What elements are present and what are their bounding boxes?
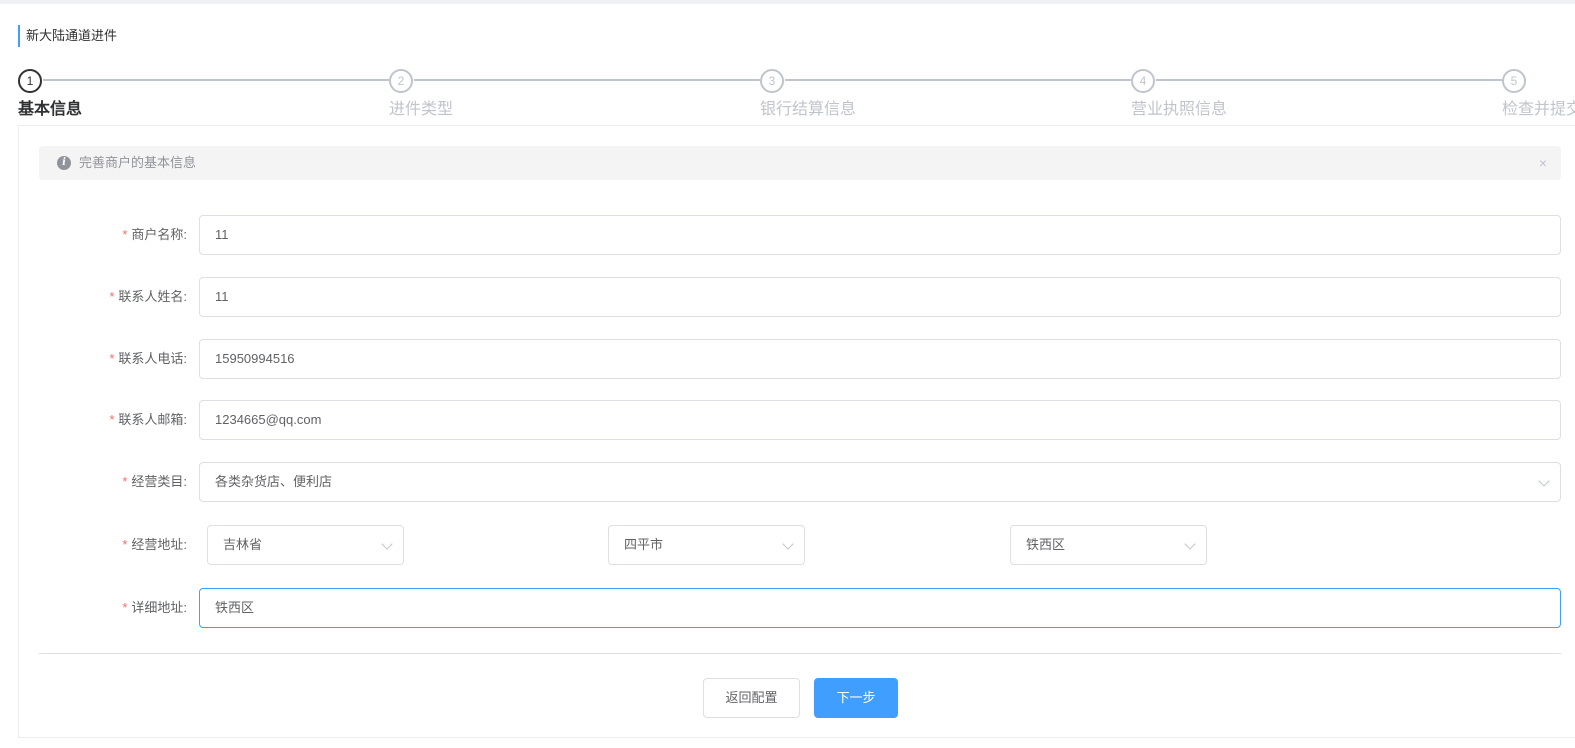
- close-icon[interactable]: ×: [1539, 146, 1547, 180]
- contact-name-label: * 联系人姓名:: [39, 277, 187, 317]
- step-4-icon: 4: [1131, 69, 1155, 93]
- merchant-name-label: * 商户名称:: [39, 215, 187, 255]
- province-select[interactable]: 吉林省: [207, 525, 404, 565]
- business-category-label: * 经营类目:: [39, 462, 187, 502]
- step-1-icon: 1: [18, 69, 42, 93]
- required-mark: *: [122, 474, 128, 489]
- required-mark: *: [122, 227, 128, 242]
- contact-name-label-text: 联系人姓名:: [118, 289, 187, 304]
- contact-email-input[interactable]: 1234665@qq.com: [199, 400, 1561, 440]
- city-select[interactable]: 四平市: [608, 525, 805, 565]
- step-connector: [43, 79, 389, 81]
- form-row-contact-phone: * 联系人电话: 15950994516: [39, 339, 1561, 379]
- steps: 1 基本信息 2 进件类型 3 银行结算信息 4 营业执照信息 5 检查并提交: [0, 66, 1575, 126]
- step-5-icon: 5: [1502, 69, 1526, 93]
- required-mark: *: [109, 412, 115, 427]
- step-3-icon: 3: [760, 69, 784, 93]
- step-3-title: 银行结算信息: [760, 101, 857, 118]
- contact-name-input[interactable]: 11: [199, 277, 1561, 317]
- alert-text: 完善商户的基本信息: [79, 155, 197, 170]
- contact-email-label-text: 联系人邮箱:: [118, 412, 187, 427]
- chevron-down-icon: [1538, 475, 1550, 487]
- divider: [39, 653, 1561, 654]
- form-row-merchant-name: * 商户名称: 11: [39, 215, 1561, 255]
- step-4-title: 营业执照信息: [1131, 101, 1228, 118]
- page-title: 新大陆通道进件: [18, 25, 117, 47]
- form-row-detail-address: * 详细地址: 铁西区: [39, 588, 1561, 628]
- business-address-label: * 经营地址:: [39, 525, 187, 565]
- district-select[interactable]: 铁西区: [1010, 525, 1207, 565]
- step-2-icon: 2: [389, 69, 413, 93]
- step-5-title: 检查并提交: [1502, 101, 1575, 118]
- step-connector: [1156, 79, 1502, 81]
- district-value: 铁西区: [1026, 537, 1066, 552]
- contact-phone-label-text: 联系人电话:: [118, 351, 187, 366]
- required-mark: *: [122, 600, 128, 615]
- info-alert: i 完善商户的基本信息 ×: [39, 146, 1561, 180]
- form-row-contact-email: * 联系人邮箱: 1234665@qq.com: [39, 400, 1561, 440]
- required-mark: *: [122, 537, 128, 552]
- step-connector: [785, 79, 1131, 81]
- detail-address-input[interactable]: 铁西区: [199, 588, 1561, 628]
- top-strip: [0, 0, 1575, 4]
- contact-email-label: * 联系人邮箱:: [39, 400, 187, 440]
- chevron-down-icon: [782, 538, 794, 550]
- required-mark: *: [109, 289, 115, 304]
- back-button[interactable]: 返回配置: [703, 678, 800, 718]
- next-button[interactable]: 下一步: [814, 678, 898, 718]
- info-icon: i: [57, 156, 71, 170]
- province-value: 吉林省: [223, 537, 263, 552]
- form-row-business-category: * 经营类目: 各类杂货店、便利店: [39, 462, 1561, 502]
- detail-address-label-text: 详细地址:: [131, 600, 187, 615]
- step-1-title: 基本信息: [18, 101, 83, 118]
- detail-address-label: * 详细地址:: [39, 588, 187, 628]
- form-card: i 完善商户的基本信息 × * 商户名称: 11 * 联系人姓名: 11 * 联系人电…: [18, 125, 1575, 738]
- merchant-name-input[interactable]: 11: [199, 215, 1561, 255]
- chevron-down-icon: [381, 538, 393, 550]
- business-category-select[interactable]: 各类杂货店、便利店: [199, 462, 1561, 502]
- form-row-business-address: * 经营地址: 吉林省 四平市 铁西区: [39, 525, 1561, 565]
- merchant-name-label-text: 商户名称:: [131, 227, 187, 242]
- city-value: 四平市: [624, 537, 664, 552]
- contact-phone-input[interactable]: 15950994516: [199, 339, 1561, 379]
- business-address-label-text: 经营地址:: [131, 537, 187, 552]
- step-2-title: 进件类型: [389, 101, 454, 118]
- contact-phone-label: * 联系人电话:: [39, 339, 187, 379]
- form-row-contact-name: * 联系人姓名: 11: [39, 277, 1561, 317]
- step-connector: [414, 79, 760, 81]
- required-mark: *: [109, 351, 115, 366]
- chevron-down-icon: [1184, 538, 1196, 550]
- business-category-value: 各类杂货店、便利店: [215, 474, 333, 489]
- business-category-label-text: 经营类目:: [131, 474, 187, 489]
